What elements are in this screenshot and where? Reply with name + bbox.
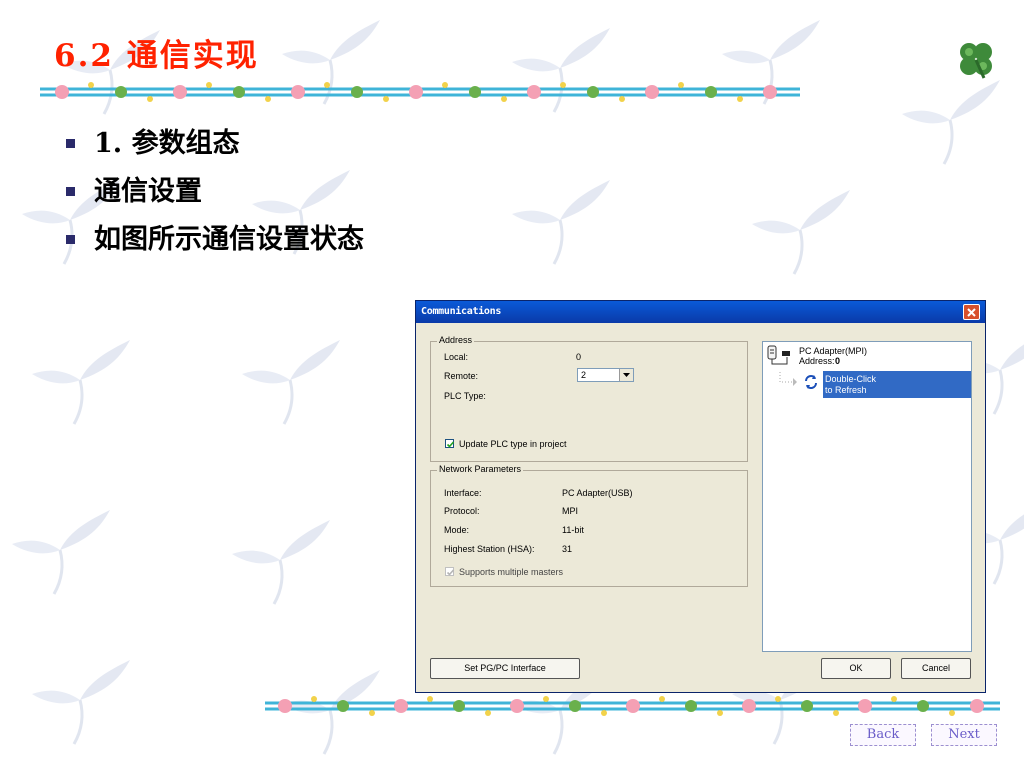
local-label: Local: xyxy=(444,352,469,362)
bullet-list: 1. 参数组态 通信设置 如图所示通信设置状态 xyxy=(64,122,364,266)
remote-address-value: 2 xyxy=(581,370,587,380)
pc-adapter-icon xyxy=(767,345,790,365)
hsa-value: 31 xyxy=(562,544,573,554)
clover-icon xyxy=(960,43,992,79)
local-value: 0 xyxy=(576,352,582,362)
interface-value: PC Adapter(USB) xyxy=(562,488,633,498)
protocol-value: MPI xyxy=(562,506,579,516)
tree-connector-icon xyxy=(779,372,797,386)
remote-label: Remote: xyxy=(444,371,479,381)
cancel-button[interactable]: Cancel xyxy=(901,658,971,679)
network-group-legend: Network Parameters xyxy=(437,464,524,474)
mode-value: 11-bit xyxy=(562,525,584,535)
communications-dialog: Communications Address Local: 0 Remote: … xyxy=(415,300,986,693)
protocol-label: Protocol: xyxy=(444,506,480,516)
address-group: Address Local: 0 Remote: 2 PLC Type: Upd… xyxy=(430,335,748,462)
multiple-masters-label: Supports multiple masters xyxy=(459,567,564,577)
set-pgpc-interface-button[interactable]: Set PG/PC Interface xyxy=(430,658,580,679)
bullet-item: 如图所示通信设置状态 xyxy=(64,218,364,266)
close-button[interactable] xyxy=(963,304,980,320)
refresh-item-highlighted[interactable]: Double-Click to Refresh xyxy=(823,371,971,398)
remote-address-select[interactable]: 2 xyxy=(577,368,634,382)
checkmark-icon xyxy=(446,441,455,448)
dialog-titlebar[interactable]: Communications xyxy=(416,301,985,323)
update-plc-type-label: Update PLC type in project xyxy=(459,439,567,449)
slide-title: 6.2 通信实现 xyxy=(54,38,259,74)
ok-button[interactable]: OK xyxy=(821,658,891,679)
close-icon xyxy=(967,308,976,317)
tree-address-label: Address: xyxy=(799,356,835,366)
plc-type-label: PLC Type: xyxy=(444,391,486,401)
update-plc-type-checkbox[interactable] xyxy=(445,439,455,448)
network-parameters-group: Network Parameters Interface: PC Adapter… xyxy=(430,464,748,587)
interface-label: Interface: xyxy=(444,488,482,498)
bottom-garland-divider xyxy=(265,696,1000,716)
tree-adapter-name: PC Adapter(MPI) xyxy=(799,346,868,356)
refresh-line-2: to Refresh xyxy=(825,385,867,395)
refresh-line-1: Double-Click xyxy=(825,374,877,384)
address-group-legend: Address xyxy=(437,335,475,345)
chevron-down-icon xyxy=(623,373,630,377)
tree-address-value: 0 xyxy=(835,356,841,366)
dialog-title: Communications xyxy=(421,306,502,317)
back-button[interactable]: Back xyxy=(850,724,916,746)
bullet-item: 1. 参数组态 xyxy=(64,122,364,170)
checkmark-icon xyxy=(446,569,455,576)
refresh-icon[interactable] xyxy=(803,374,819,390)
next-button[interactable]: Next xyxy=(931,724,997,746)
hsa-label: Highest Station (HSA): xyxy=(444,544,535,554)
bullet-item: 通信设置 xyxy=(64,170,364,218)
remote-dropdown-button[interactable] xyxy=(619,369,633,381)
top-garland-divider xyxy=(40,82,800,102)
multiple-masters-checkbox[interactable] xyxy=(445,567,455,576)
network-tree-view[interactable]: PC Adapter(MPI) Address: 0 Double-Click … xyxy=(762,341,972,652)
mode-label: Mode: xyxy=(444,525,470,535)
